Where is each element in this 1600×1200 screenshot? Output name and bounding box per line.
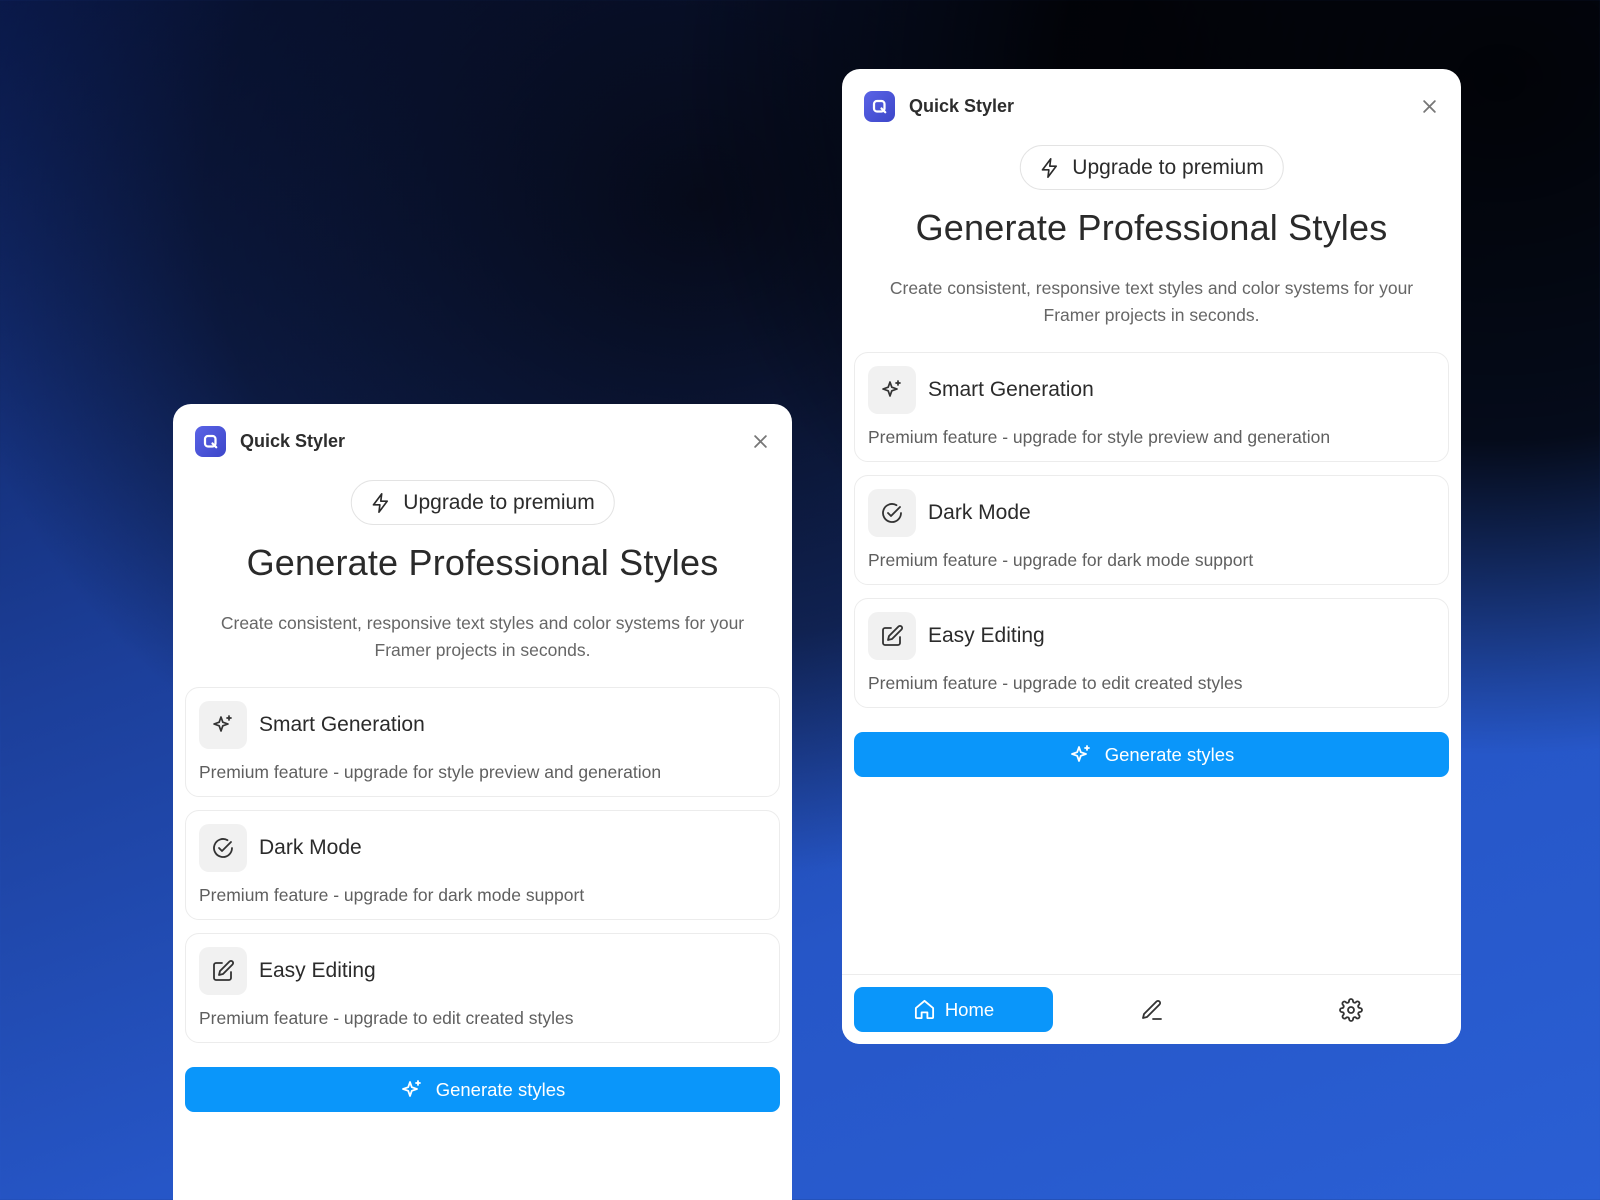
subtitle-line-1: Create consistent, responsive text style… (220, 613, 745, 633)
lightning-icon (372, 492, 388, 513)
feature-title: Smart Generation (259, 713, 425, 736)
feature-card-easy-editing: Easy Editing Premium feature - upgrade t… (854, 598, 1449, 708)
page-subtitle: Create consistent, responsive text style… (856, 275, 1447, 329)
plugin-panel-left: Quick Styler Upgrade to premium Generate… (173, 404, 792, 1200)
pen-icon (1141, 999, 1162, 1020)
feature-title: Easy Editing (259, 959, 376, 982)
feature-card-smart-generation: Smart Generation Premium feature - upgra… (185, 687, 780, 797)
sparkles-icon (868, 366, 916, 414)
generate-label: Generate styles (1104, 743, 1235, 765)
check-circle-icon (199, 824, 247, 872)
feature-description: Premium feature - upgrade for style prev… (199, 762, 662, 782)
gear-icon (1338, 997, 1363, 1022)
subtitle-line-2: Framer projects in seconds. (374, 640, 591, 660)
app-logo-icon (195, 426, 226, 457)
feature-description: Premium feature - upgrade for style prev… (868, 427, 1331, 447)
upgrade-label: Upgrade to premium (1072, 155, 1264, 179)
feature-card-easy-editing: Easy Editing Premium feature - upgrade t… (185, 933, 780, 1043)
edit-square-icon (199, 947, 247, 995)
tab-edit[interactable] (1052, 987, 1251, 1032)
subtitle-line-2: Framer projects in seconds. (1043, 305, 1260, 325)
lightning-icon (1041, 157, 1057, 178)
home-icon (914, 999, 934, 1020)
subtitle-line-1: Create consistent, responsive text style… (889, 278, 1414, 298)
panel-header: Quick Styler (173, 404, 792, 478)
edit-square-icon (868, 612, 916, 660)
close-icon (1422, 99, 1436, 113)
feature-description: Premium feature - upgrade for dark mode … (868, 550, 1254, 570)
tab-home-label: Home (944, 998, 995, 1020)
app-title: Quick Styler (240, 431, 346, 451)
feature-title: Dark Mode (928, 501, 1031, 524)
page-title: Generate Professional Styles (246, 542, 719, 583)
page-title: Generate Professional Styles (915, 207, 1388, 248)
plugin-panel-right: Quick Styler Upgrade to premium Generate… (842, 69, 1461, 1044)
close-button[interactable] (748, 429, 772, 453)
check-circle-icon (868, 489, 916, 537)
bottom-tab-bar: Home (842, 974, 1461, 1044)
close-button[interactable] (1417, 94, 1441, 118)
feature-title: Smart Generation (928, 378, 1094, 401)
page-subtitle: Create consistent, responsive text style… (187, 610, 778, 664)
panel-header: Quick Styler (842, 69, 1461, 143)
feature-title: Dark Mode (259, 836, 362, 859)
upgrade-premium-button[interactable]: Upgrade to premium (1019, 145, 1284, 190)
feature-description: Premium feature - upgrade to edit create… (199, 1008, 574, 1028)
sparkles-icon (1070, 744, 1090, 762)
generate-styles-button[interactable]: Generate styles (854, 732, 1449, 777)
feature-description: Premium feature - upgrade to edit create… (868, 673, 1243, 693)
generate-label: Generate styles (435, 1078, 566, 1100)
feature-card-smart-generation: Smart Generation Premium feature - upgra… (854, 352, 1449, 462)
app-logo-icon (864, 91, 895, 122)
sparkles-icon (401, 1079, 421, 1097)
tab-home[interactable]: Home (854, 987, 1053, 1032)
feature-description: Premium feature - upgrade for dark mode … (199, 885, 585, 905)
close-icon (753, 434, 767, 448)
tab-settings[interactable] (1251, 987, 1450, 1032)
generate-styles-button[interactable]: Generate styles (185, 1067, 780, 1112)
feature-card-dark-mode: Dark Mode Premium feature - upgrade for … (185, 810, 780, 920)
app-title: Quick Styler (909, 96, 1015, 116)
upgrade-premium-button[interactable]: Upgrade to premium (350, 480, 615, 525)
feature-card-dark-mode: Dark Mode Premium feature - upgrade for … (854, 475, 1449, 585)
sparkles-icon (199, 701, 247, 749)
feature-title: Easy Editing (928, 624, 1045, 647)
upgrade-label: Upgrade to premium (403, 490, 595, 514)
